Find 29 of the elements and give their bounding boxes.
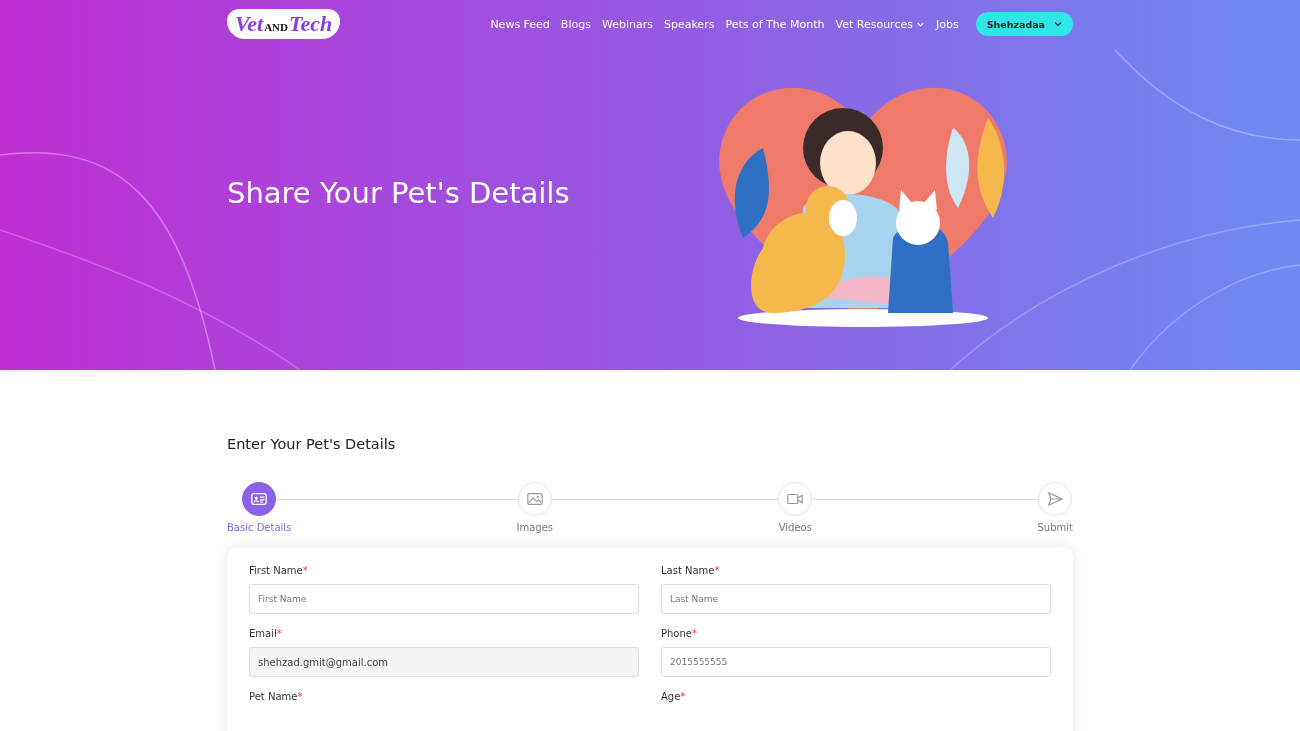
user-menu-button[interactable]: Shehzadaa — [975, 12, 1073, 36]
logo[interactable]: VetANDTech — [227, 9, 341, 39]
step-label: Submit — [1037, 522, 1073, 533]
nav-link[interactable]: News Feed — [490, 17, 550, 31]
step-label: Videos — [778, 522, 812, 533]
input-field[interactable]: Last Name — [661, 584, 1051, 614]
chevron-down-icon — [1053, 19, 1063, 29]
input-field[interactable]: First Name — [249, 584, 639, 614]
step-label: Images — [516, 522, 554, 533]
nav-link[interactable]: Pets of The Month — [725, 17, 825, 31]
nav-link[interactable]: Speakers — [663, 17, 715, 31]
field-label: First Name* — [249, 565, 309, 576]
id-card-icon — [250, 490, 269, 508]
nav-link[interactable]: Webinars — [601, 17, 653, 31]
nav-link[interactable]: Blogs — [560, 17, 591, 31]
field-label: Age* — [661, 691, 687, 702]
step-label: Basic Details — [227, 522, 292, 533]
field-label: Phone* — [661, 628, 698, 639]
nav-link[interactable]: Jobs — [935, 17, 959, 31]
field-label: Email* — [249, 628, 283, 639]
input-field[interactable]: 2015555555 — [661, 647, 1051, 677]
step-circle[interactable] — [242, 482, 277, 516]
field-label: Pet Name* — [249, 691, 304, 702]
nav-link[interactable]: Vet Resources — [835, 17, 925, 31]
hero-title: Share Your Pet's Details — [227, 176, 570, 210]
field-label: Last Name* — [661, 565, 721, 576]
image-icon — [525, 490, 544, 508]
form-title: Enter Your Pet's Details — [227, 436, 397, 452]
send-icon — [1046, 490, 1065, 508]
